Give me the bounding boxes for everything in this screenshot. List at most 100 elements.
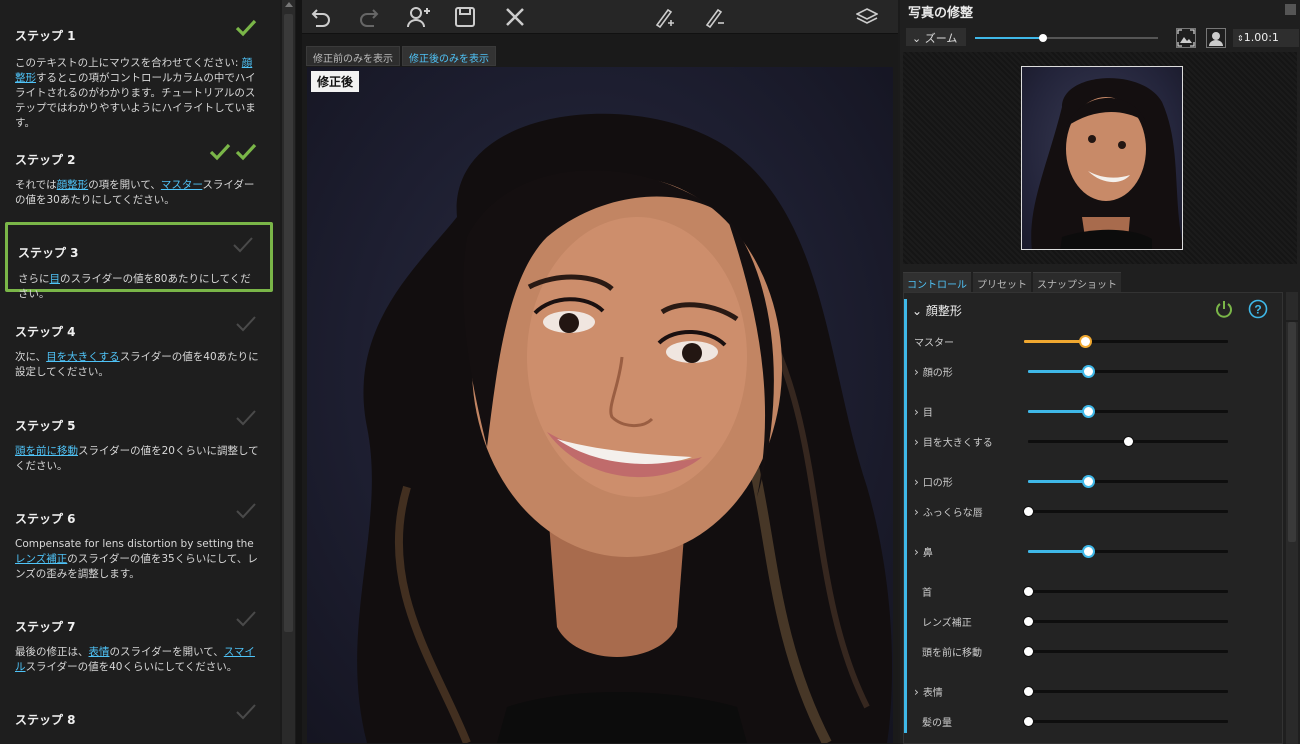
undo-button[interactable] bbox=[308, 4, 334, 30]
close-icon bbox=[506, 8, 524, 26]
slider-thumb[interactable] bbox=[1084, 407, 1093, 416]
view-tabs: 修正前のみを表示 修正後のみを表示 bbox=[306, 46, 496, 66]
slider-track[interactable] bbox=[1024, 647, 1228, 656]
scrollbar-thumb[interactable] bbox=[284, 14, 293, 632]
step-status bbox=[209, 142, 257, 162]
zoom-toggle[interactable]: ⌄ ズーム bbox=[906, 28, 966, 46]
brush-minus-icon bbox=[705, 8, 724, 28]
help-button[interactable]: ? bbox=[1248, 299, 1268, 319]
slider-track[interactable] bbox=[1028, 437, 1228, 446]
scroll-grip[interactable] bbox=[1286, 292, 1298, 320]
control-link[interactable]: マスター bbox=[161, 179, 202, 191]
fit-face-button[interactable] bbox=[1206, 28, 1226, 48]
slider-fill bbox=[1024, 340, 1086, 343]
slider-label: マスター bbox=[914, 338, 954, 349]
control-link[interactable]: 表情 bbox=[89, 646, 110, 658]
tutorial-panel: ステップ 1 このテキストの上にマウスを合わせてください: 顔整形するとこの項がコ… bbox=[0, 0, 280, 744]
tab-after-only[interactable]: 修正後のみを表示 bbox=[402, 46, 496, 66]
slider-label[interactable]: 表情 bbox=[914, 684, 943, 699]
zoom-spinner-icon: ⇕ bbox=[1237, 34, 1244, 43]
editor-area: 修正前のみを表示 修正後のみを表示 修正後 bbox=[302, 0, 898, 744]
step-text-part: このテキストの上にマウスを合わせてください: bbox=[15, 57, 242, 69]
pin-icon[interactable] bbox=[1285, 4, 1296, 15]
slider-track[interactable] bbox=[1024, 337, 1228, 346]
brush-add-button[interactable] bbox=[652, 4, 678, 30]
scrollbar-thumb[interactable] bbox=[1288, 322, 1296, 542]
slider-label[interactable]: 口の形 bbox=[914, 474, 953, 489]
add-face-button[interactable] bbox=[406, 4, 432, 30]
step-title: ステップ 5 bbox=[15, 419, 76, 433]
slider-label[interactable]: 鼻 bbox=[914, 544, 933, 559]
slider-thumb[interactable] bbox=[1024, 587, 1033, 596]
power-icon bbox=[1216, 301, 1232, 318]
slider-thumb[interactable] bbox=[1084, 547, 1093, 556]
controls-scrollbar[interactable] bbox=[1286, 322, 1298, 744]
slider-track[interactable] bbox=[1028, 547, 1228, 556]
step-text: それでは顔整形の項を開いて、マスタースライダーの値を30あたりにしてください。 bbox=[15, 178, 261, 208]
slider-row: 目 bbox=[912, 401, 1282, 421]
slider-thumb[interactable] bbox=[1024, 687, 1033, 696]
svg-text:?: ? bbox=[1254, 303, 1261, 317]
tab-before-only[interactable]: 修正前のみを表示 bbox=[306, 46, 400, 66]
section-face-sculpt[interactable]: ⌄ 顔整形 bbox=[912, 302, 962, 319]
step-text: 最後の修正は、表情のスライダーを開いて、スマイルスライダーの値を40くらいにして… bbox=[15, 645, 261, 675]
photo-canvas[interactable]: 修正後 bbox=[307, 67, 893, 743]
slider-thumb[interactable] bbox=[1124, 437, 1133, 446]
tab-snapshots[interactable]: スナップショット bbox=[1033, 272, 1121, 292]
slider-thumb[interactable] bbox=[1024, 617, 1033, 626]
slider-track[interactable] bbox=[1028, 477, 1228, 486]
step-status bbox=[235, 314, 257, 334]
slider-track[interactable] bbox=[1028, 407, 1228, 416]
layers-icon bbox=[856, 8, 878, 24]
control-link[interactable]: 顔整形 bbox=[57, 179, 89, 191]
zoom-fill bbox=[975, 37, 1043, 39]
layers-button[interactable] bbox=[854, 4, 880, 30]
slider-track[interactable] bbox=[1024, 717, 1228, 726]
step-text-part: 最後の修正は、 bbox=[15, 646, 89, 658]
zoom-slider[interactable] bbox=[975, 34, 1158, 42]
slider-label[interactable]: 目 bbox=[914, 404, 933, 419]
slider-label: 髪の量 bbox=[922, 718, 952, 729]
slider-label[interactable]: 目を大きくする bbox=[914, 434, 993, 449]
tutorial-step[interactable]: ステップ 3 さらに目のスライダーの値を80あたりにしてください。 bbox=[5, 222, 273, 300]
control-link[interactable]: 目 bbox=[50, 273, 61, 285]
zoom-value[interactable]: ⇕1.00:1 bbox=[1233, 29, 1299, 47]
checkmark-icon bbox=[236, 503, 256, 519]
control-link[interactable]: レンズ補正 bbox=[15, 553, 67, 565]
navigator-thumbnail[interactable] bbox=[1021, 66, 1183, 250]
fit-image-button[interactable] bbox=[1176, 28, 1196, 48]
slider-fill bbox=[1028, 480, 1088, 483]
slider-thumb[interactable] bbox=[1084, 367, 1093, 376]
slider-track[interactable] bbox=[1024, 617, 1228, 626]
power-button[interactable] bbox=[1214, 299, 1234, 319]
slider-thumb[interactable] bbox=[1024, 647, 1033, 656]
toolbar bbox=[302, 0, 898, 34]
checkmark-icon bbox=[236, 410, 256, 426]
tab-presets[interactable]: プリセット bbox=[973, 272, 1031, 292]
slider-track[interactable] bbox=[1024, 507, 1228, 516]
control-link[interactable]: 目を大きくする bbox=[46, 351, 120, 363]
slider-label[interactable]: ふっくらな唇 bbox=[914, 504, 983, 519]
reset-button[interactable] bbox=[502, 4, 528, 30]
slider-thumb[interactable] bbox=[1084, 477, 1093, 486]
step-title: ステップ 3 bbox=[18, 246, 79, 260]
slider-track[interactable] bbox=[1024, 687, 1228, 696]
redo-button[interactable] bbox=[356, 4, 382, 30]
tutorial-scrollbar[interactable] bbox=[282, 0, 295, 744]
brush-remove-button[interactable] bbox=[702, 4, 728, 30]
slider-row: ふっくらな唇 bbox=[912, 501, 1282, 521]
add-person-icon bbox=[407, 7, 430, 28]
save-button[interactable] bbox=[452, 4, 478, 30]
zoom-bar: ⌄ ズーム ⇕1.00:1 bbox=[903, 26, 1299, 50]
scroll-up-icon[interactable] bbox=[285, 2, 293, 7]
slider-thumb[interactable] bbox=[1081, 337, 1091, 346]
control-link[interactable]: 頭を前に移動 bbox=[15, 445, 78, 457]
zoom-slider-thumb[interactable] bbox=[1038, 34, 1047, 42]
slider-track[interactable] bbox=[1028, 367, 1228, 376]
tab-controls[interactable]: コントロール bbox=[903, 272, 971, 292]
slider-thumb[interactable] bbox=[1024, 507, 1033, 516]
slider-label[interactable]: 顔の形 bbox=[914, 364, 953, 379]
slider-track[interactable] bbox=[1024, 587, 1228, 596]
slider-thumb[interactable] bbox=[1024, 717, 1033, 726]
slider-fill bbox=[1028, 410, 1088, 413]
